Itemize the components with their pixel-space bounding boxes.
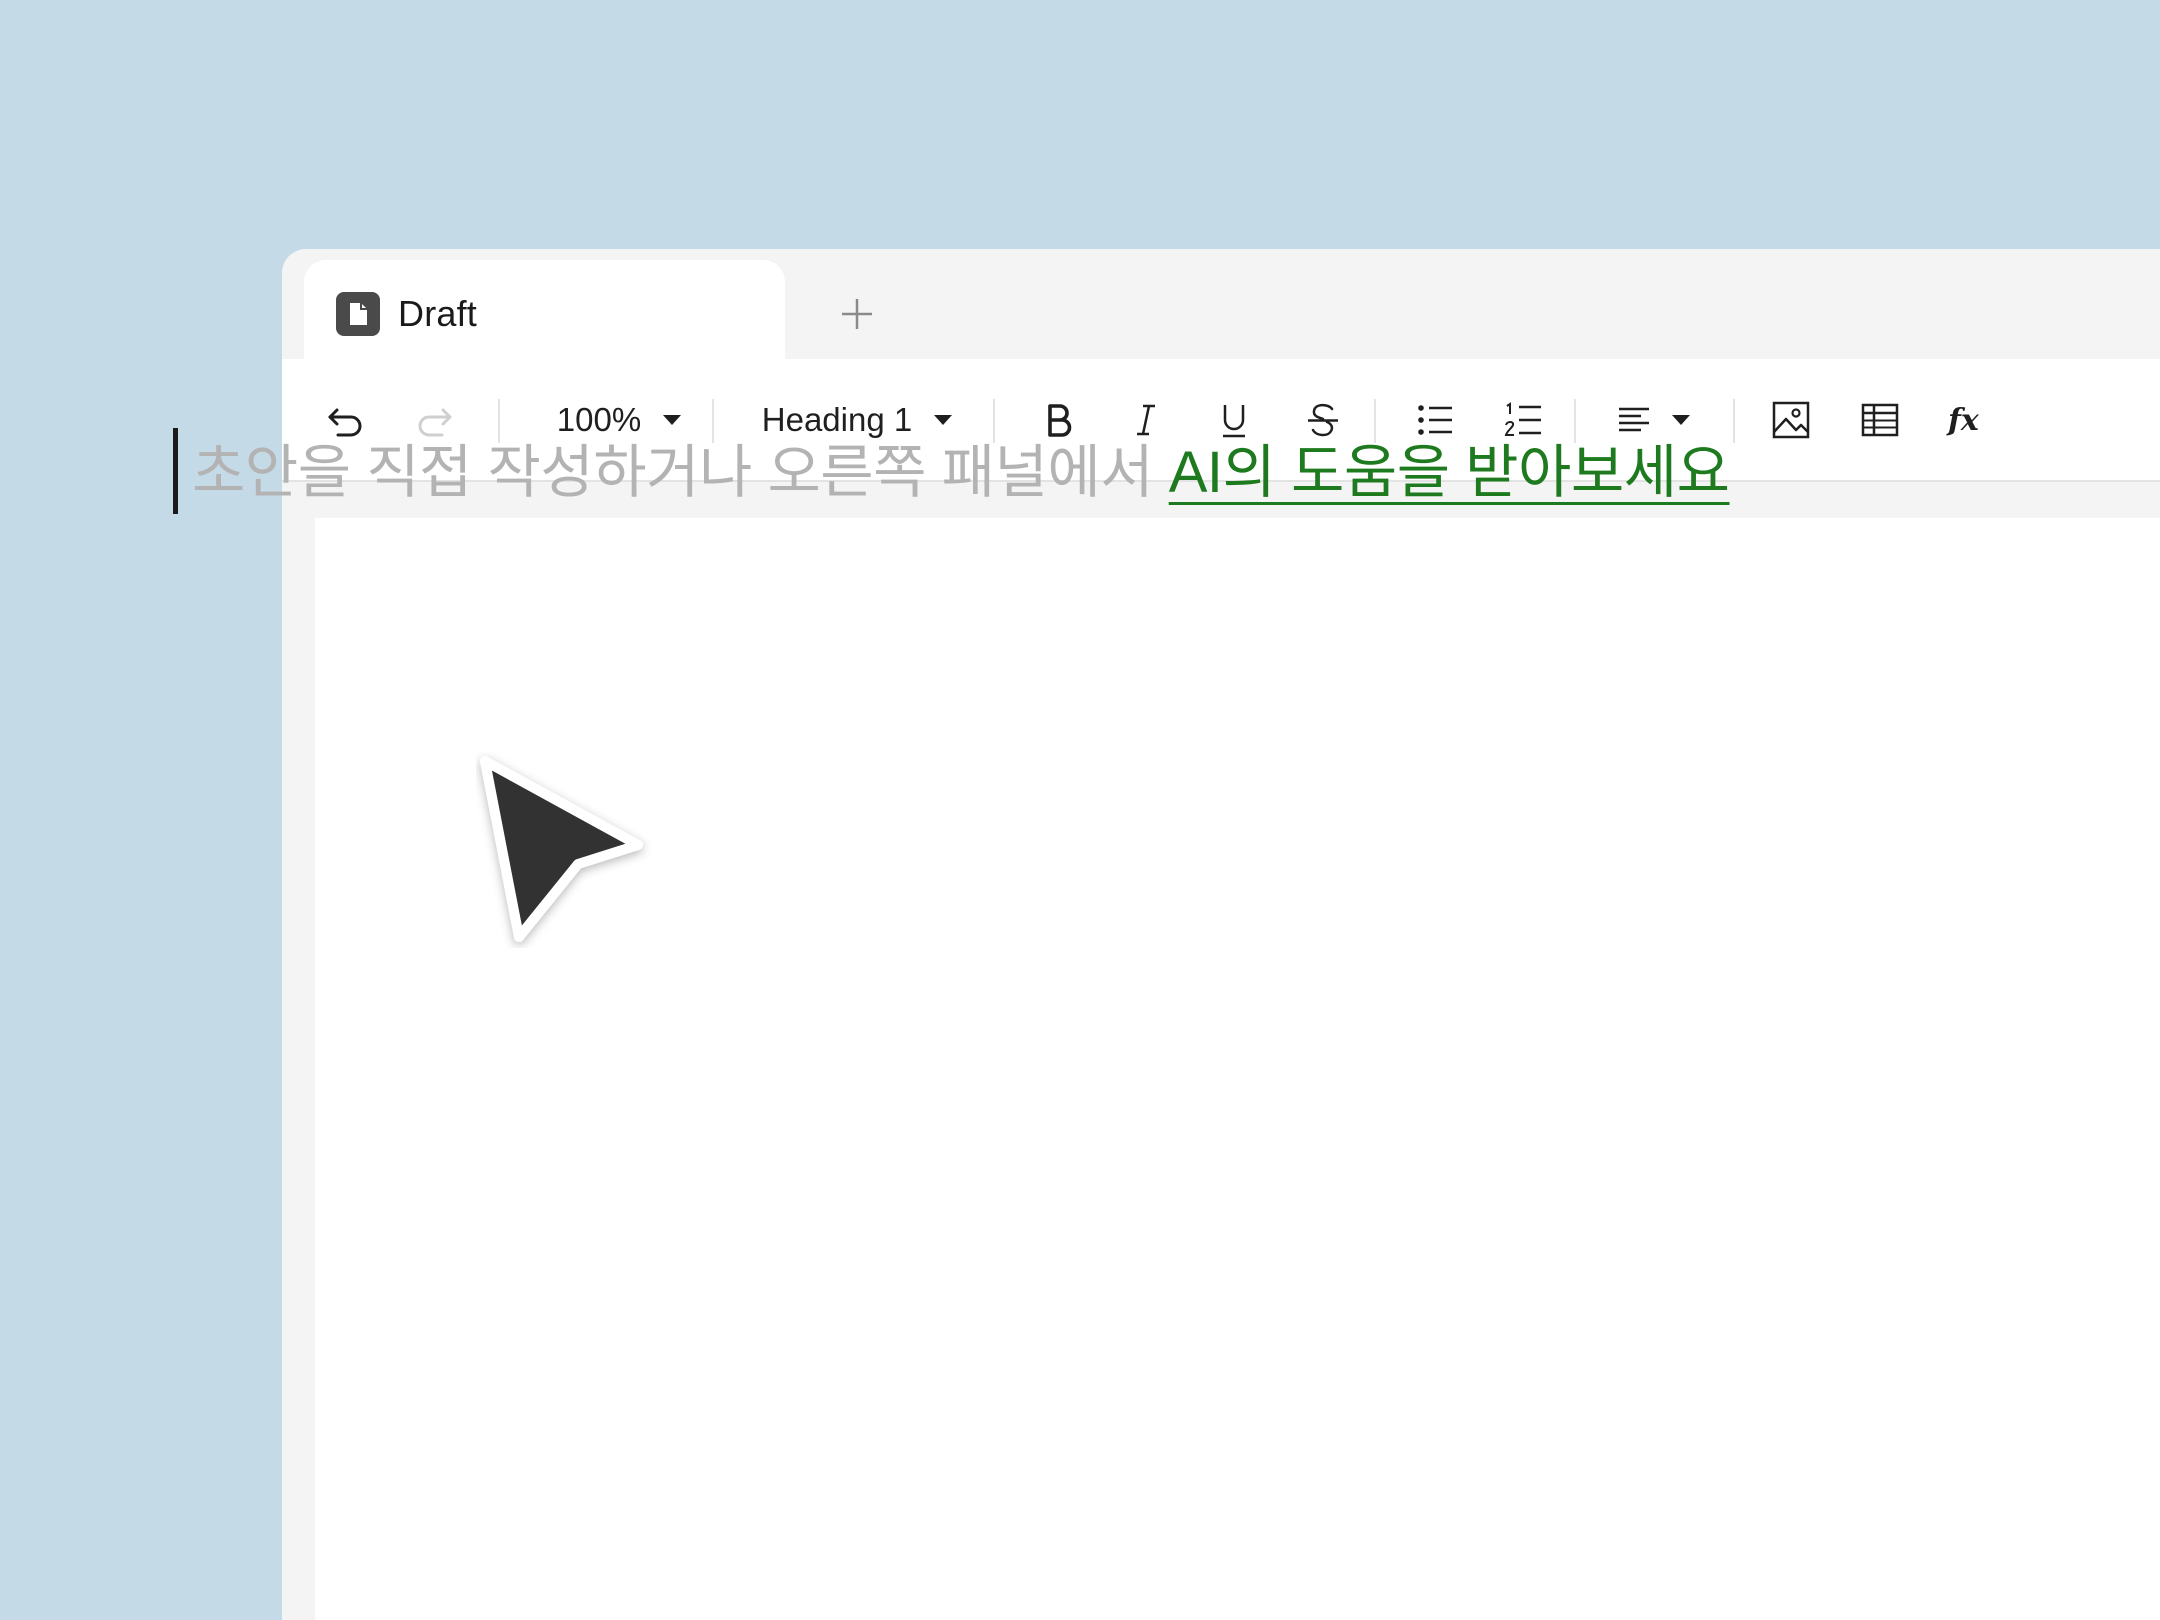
placeholder-text: 초안을 직접 작성하거나 오른쪽 패널에서 — [192, 440, 1169, 505]
plus-icon — [842, 299, 872, 329]
toolbar-divider — [1733, 399, 1735, 443]
undo-icon — [328, 408, 362, 436]
bulleted-list-icon — [1418, 404, 1452, 435]
strikethrough-icon — [1308, 403, 1338, 436]
ai-assist-link[interactable]: AI의 도움을 받아보세요 — [1169, 440, 1730, 505]
tab-draft[interactable]: Draft — [304, 260, 785, 368]
text-caret — [173, 428, 178, 514]
table-icon — [1861, 403, 1899, 436]
insert-image-button[interactable] — [1759, 359, 1823, 480]
insert-formula-button[interactable]: fx — [1936, 359, 2000, 480]
bold-icon — [1048, 403, 1072, 437]
align-left-icon — [1619, 407, 1649, 431]
new-tab-button[interactable] — [829, 286, 885, 342]
chevron-down-icon — [934, 414, 953, 425]
image-icon — [1772, 401, 1810, 438]
fx-icon: fx — [1946, 403, 1980, 438]
block-style-value: Heading 1 — [761, 400, 913, 438]
chevron-down-icon — [663, 414, 682, 425]
document-page[interactable] — [315, 518, 2160, 1620]
insert-table-button[interactable] — [1848, 359, 1912, 480]
zoom-value: 100% — [556, 400, 642, 438]
mouse-pointer-icon — [480, 756, 643, 942]
editor-placeholder[interactable]: 초안을 직접 작성하거나 오른쪽 패널에서 AI의 도움을 받아보세요 — [192, 437, 1730, 509]
tab-title: Draft — [398, 293, 478, 334]
redo-icon — [418, 408, 452, 436]
chevron-down-icon — [1672, 414, 1690, 425]
numbered-list-icon — [1504, 401, 1541, 436]
italic-icon — [1137, 404, 1155, 435]
document-icon — [336, 292, 380, 336]
underline-icon — [1223, 404, 1245, 437]
svg-text:fx: fx — [1946, 403, 1980, 438]
